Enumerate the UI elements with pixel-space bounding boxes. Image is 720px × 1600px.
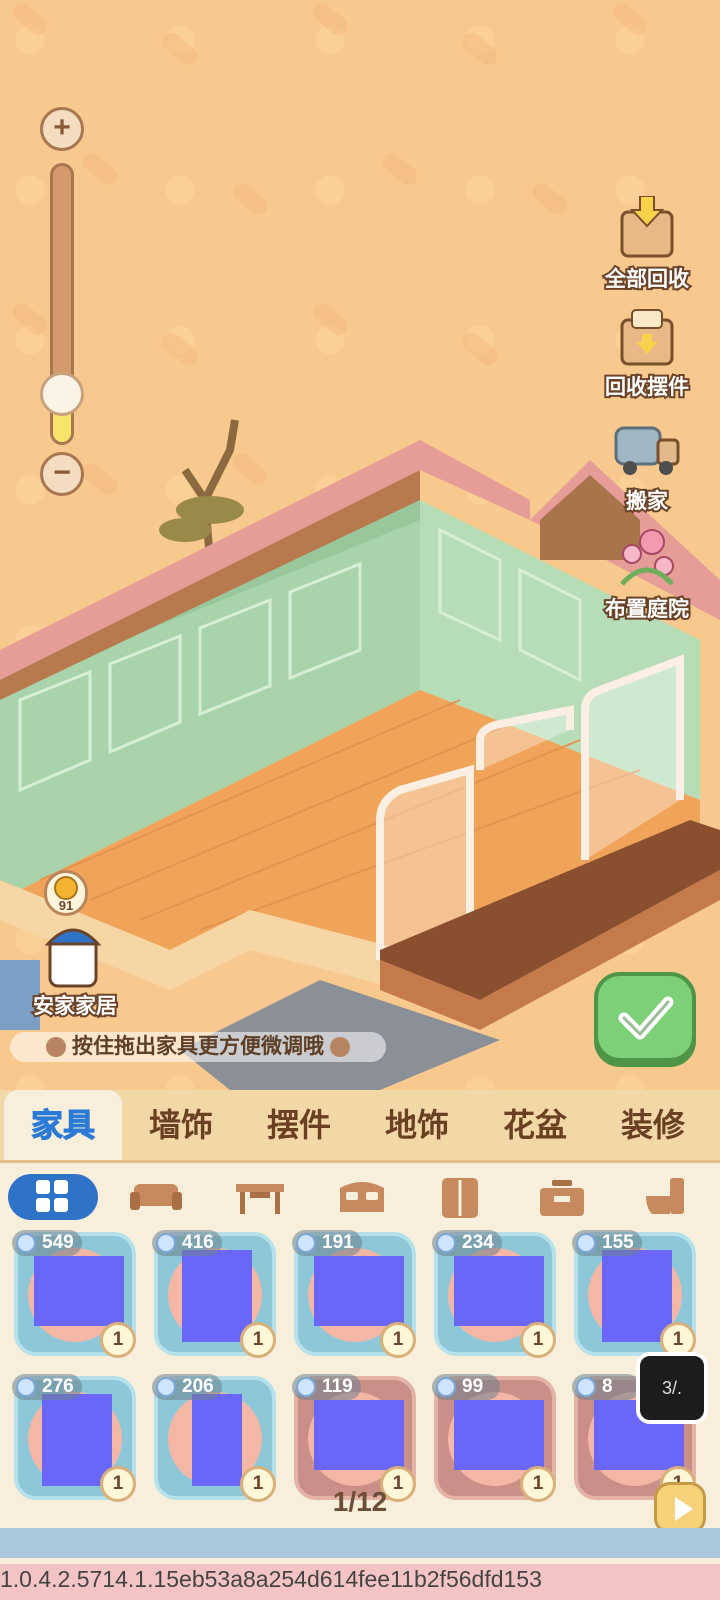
flower-bullet-icon [330,1037,350,1058]
recycle-all-button[interactable]: 全部回收 [592,195,702,293]
flower-currency-icon [576,1377,596,1397]
tab-wall-decor[interactable]: 墙饰 [122,1090,240,1160]
room-scene[interactable]: + − 全部回收 回收摆件 搬家 布置庭院 91 安家家居 按住拖出家具更方便微… [0,0,720,1090]
item-quantity: 1 [240,1322,276,1358]
zoom-in-button[interactable]: + [40,107,84,151]
table-icon[interactable] [232,1174,288,1220]
recycle-decor-label: 回收摆件 [603,374,691,401]
item-price: 276 [12,1374,82,1400]
tab-floor-decor[interactable]: 地饰 [358,1090,476,1160]
item-price: 99 [432,1374,500,1400]
flower-currency-icon [16,1233,36,1253]
flower-currency-icon [296,1233,316,1253]
item-price: 191 [292,1230,362,1256]
item-card[interactable]: 549 1 [12,1230,136,1358]
flower-currency-icon [436,1233,456,1253]
confirm-button[interactable] [594,972,696,1062]
item-image [42,1394,112,1486]
item-price: 416 [152,1230,222,1256]
item-image [602,1250,672,1342]
item-image [34,1256,124,1326]
npc-coin-bubble: 91 [44,870,88,916]
panel-footer-bar [0,1528,720,1558]
npc-shop[interactable]: 91 安家家居 [20,870,130,1020]
item-image [192,1394,242,1486]
flower-bullet-icon [46,1037,66,1058]
tab-flowerpots[interactable]: 花盆 [476,1090,594,1160]
item-quantity: 1 [380,1322,416,1358]
sofa-icon[interactable] [128,1174,184,1220]
npc-coin-count: 91 [58,898,74,913]
item-card[interactable]: 416 1 [152,1230,276,1358]
flower-currency-icon [16,1377,36,1397]
item-image [454,1256,544,1326]
item-price: 549 [12,1230,82,1256]
wardrobe-icon[interactable] [432,1174,488,1220]
recycle-decor-button[interactable]: 回收摆件 [592,304,702,401]
npc-character-icon [44,928,102,988]
truck-icon [614,426,680,475]
decorate-yard-button[interactable]: 布置庭院 [592,526,702,623]
box-arrow-icon [620,195,674,258]
recycle-all-label: 全部回收 [603,266,691,293]
toilet-icon[interactable] [638,1174,694,1220]
item-card[interactable]: 155 1 [572,1230,696,1358]
flower-currency-icon [296,1377,316,1397]
furniture-panel: 家具 墙饰 摆件 地饰 花盆 装修 549 1 416 1 191 1 234 … [0,1090,720,1600]
flower-currency-icon [156,1377,176,1397]
grid-icon[interactable] [8,1174,98,1220]
version-text: 1.0.4.2.5714.1.15eb53a8a254d614fee11b2f5… [0,1566,542,1592]
zoom-out-button[interactable]: − [40,452,84,496]
box-arrow-icon [620,309,674,366]
zoom-slider-knob[interactable] [40,372,84,416]
stove-icon[interactable] [534,1174,590,1220]
tab-renovation[interactable]: 装修 [594,1090,712,1160]
drag-hint-text: 按住拖出家具更方便微调哦 [72,1035,324,1058]
item-price: 8 [572,1374,640,1400]
flower-icon [620,529,674,586]
decorate-yard-label: 布置庭院 [603,596,691,623]
move-house-button[interactable]: 搬家 [592,418,702,515]
version-bar: 1.0.4.2.5714.1.15eb53a8a254d614fee11b2f5… [0,1564,720,1600]
item-price: 206 [152,1374,222,1400]
item-price: 234 [432,1230,502,1256]
flower-currency-icon [576,1233,596,1253]
drag-hint-bar: 按住拖出家具更方便微调哦 [10,1032,386,1062]
item-card[interactable]: 276 1 [12,1374,136,1502]
item-price: 119 [292,1374,361,1400]
category-tabs: 家具 墙饰 摆件 地饰 花盆 装修 [0,1090,720,1163]
item-quantity: 1 [100,1322,136,1358]
next-page-button[interactable] [654,1482,706,1534]
item-price: 155 [572,1230,642,1256]
flower-currency-icon [436,1377,456,1397]
item-image [314,1256,404,1326]
page-indicator: 1/12 [332,1486,388,1517]
flower-currency-icon [156,1233,176,1253]
bed-icon[interactable] [334,1174,390,1220]
item-card[interactable]: 99 1 [432,1374,556,1502]
coin-icon [54,876,78,900]
item-quantity: 1 [520,1322,556,1358]
item-card[interactable]: 234 1 [432,1230,556,1358]
item-card[interactable]: 206 1 [152,1374,276,1502]
checkmark-icon [618,996,674,1040]
item-image [454,1400,544,1470]
item-card[interactable]: 119 1 [292,1374,416,1502]
floating-video-thumbnail[interactable]: 3/. [636,1352,708,1424]
subcategory-row [0,1168,720,1228]
npc-name: 安家家居 [31,993,119,1020]
move-house-label: 搬家 [624,488,670,515]
item-image [182,1250,252,1342]
tab-furniture[interactable]: 家具 [4,1090,122,1160]
tab-ornaments[interactable]: 摆件 [240,1090,358,1160]
item-card[interactable]: 191 1 [292,1230,416,1358]
item-image [314,1400,404,1470]
